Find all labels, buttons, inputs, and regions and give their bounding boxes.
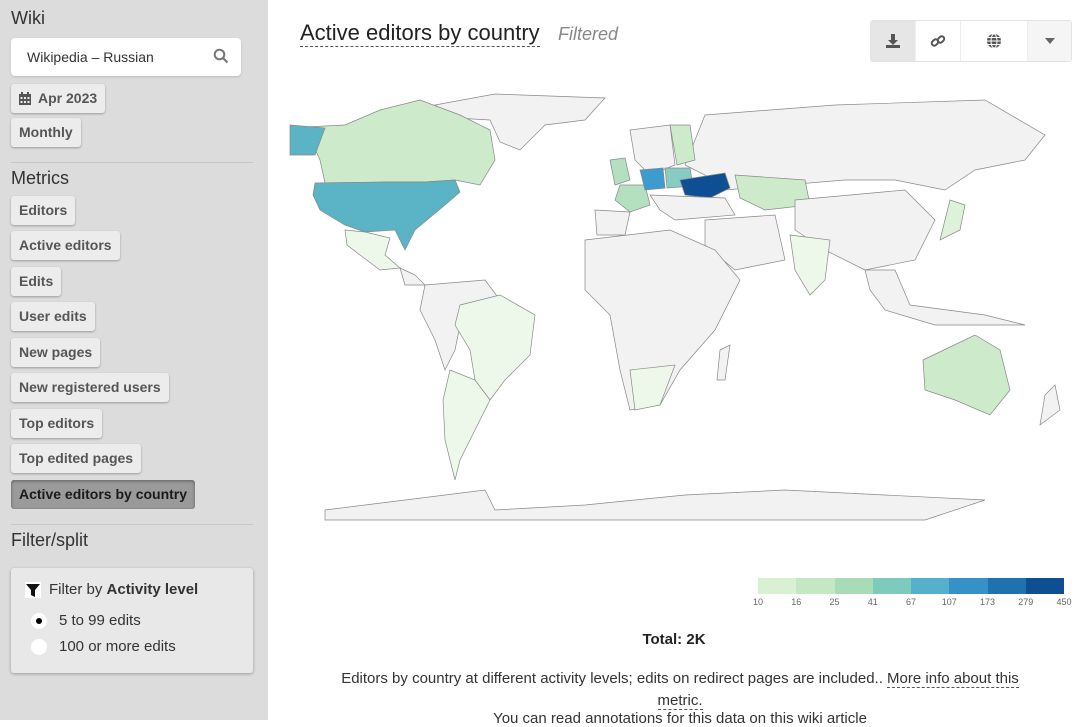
world-map[interactable] — [285, 80, 1080, 530]
calendar-icon — [19, 92, 31, 105]
country-antarctica[interactable] — [324, 489, 986, 521]
legend-swatch — [911, 578, 950, 594]
chart-type-dropdown[interactable] — [1028, 21, 1071, 61]
legend-swatch — [758, 578, 797, 594]
country-balkans-turkey[interactable] — [649, 194, 736, 221]
filter-heading: Filter/split — [11, 530, 89, 550]
country-australia[interactable] — [922, 334, 1011, 416]
legend-tick-label: 10 — [752, 597, 764, 607]
metric-description: Editors by country at different activity… — [320, 668, 1040, 712]
legend-swatch — [834, 578, 873, 594]
date-label: Apr 2023 — [38, 90, 98, 106]
download-icon — [886, 34, 900, 48]
link-button[interactable] — [916, 21, 961, 61]
total-label: Total: 2K — [642, 631, 706, 648]
annotations-note: You can read annotations for this data o… — [493, 710, 867, 727]
granularity-button[interactable]: Monthly — [11, 118, 81, 147]
country-southeast-asia[interactable] — [864, 269, 1026, 326]
filter-icon — [25, 581, 41, 598]
metric-editors[interactable]: Editors — [11, 196, 76, 225]
legend-tick-label: 16 — [791, 597, 802, 607]
date-button[interactable]: Apr 2023 — [11, 84, 106, 113]
country-scandinavia[interactable] — [629, 124, 676, 176]
country-iberia[interactable] — [594, 209, 631, 236]
legend-swatch — [872, 578, 911, 594]
legend-tick-label: 107 — [941, 597, 957, 607]
metrics-heading: Metrics — [11, 168, 69, 188]
metric-new-registered-users[interactable]: New registered users — [11, 373, 169, 402]
country-japan[interactable] — [939, 199, 966, 241]
legend-tick-label: 67 — [905, 597, 917, 607]
map-legend: 10 16 25 41 67 107 173 279 450 — [753, 578, 1072, 608]
map-view-button[interactable] — [961, 21, 1028, 61]
divider — [11, 162, 253, 163]
metric-active-editors[interactable]: Active editors — [11, 231, 120, 260]
filter-title-bold: Activity level — [106, 581, 199, 598]
metric-active-editors-by-country[interactable]: Active editors by country — [11, 480, 196, 509]
legend-tick-label: 450 — [1056, 597, 1072, 607]
wiki-heading: Wiki — [11, 8, 45, 28]
legend-tick-label: 41 — [867, 597, 878, 607]
description-text: Editors by country at different activity… — [341, 670, 883, 687]
download-button[interactable] — [871, 21, 916, 61]
search-icon[interactable] — [213, 48, 229, 64]
country-new-zealand[interactable] — [1039, 384, 1061, 426]
globe-icon — [987, 33, 1001, 49]
metric-new-pages[interactable]: New pages — [11, 338, 101, 367]
wiki-search-field[interactable] — [11, 38, 241, 76]
radio-button[interactable] — [31, 612, 47, 629]
country-united-kingdom[interactable] — [609, 157, 631, 186]
legend-tick-label: 173 — [979, 597, 996, 607]
chart-title[interactable]: Active editors by country — [300, 20, 540, 47]
legend-color-scale — [758, 578, 1064, 594]
legend-swatch — [1025, 578, 1064, 594]
filtered-badge: Filtered — [558, 24, 619, 44]
filter-option-5-99[interactable]: 5 to 99 edits — [31, 612, 141, 629]
country-mexico[interactable] — [344, 229, 401, 271]
metric-top-edited-pages[interactable]: Top edited pages — [11, 444, 142, 473]
divider — [11, 524, 253, 525]
caret-down-icon — [1044, 38, 1055, 44]
legend-ticks: 10 16 25 41 67 107 173 279 450 — [753, 594, 1072, 608]
legend-tick-label: 25 — [829, 597, 840, 607]
metric-edits[interactable]: Edits — [11, 267, 62, 296]
sidebar: Wiki Apr 2023 Monthly Metrics Editors Ac… — [0, 0, 268, 720]
country-india[interactable] — [789, 234, 831, 296]
metric-user-edits[interactable]: User edits — [11, 302, 95, 331]
wiki-search-input[interactable] — [25, 48, 209, 66]
country-madagascar[interactable] — [716, 344, 731, 381]
legend-swatch — [796, 578, 835, 594]
legend-tick-label: 279 — [1018, 597, 1034, 607]
filter-card: Filter by Activity level 5 to 99 edits 1… — [11, 568, 253, 673]
chart-toolbar — [870, 20, 1072, 62]
legend-swatch — [987, 578, 1026, 594]
link-icon — [930, 35, 946, 47]
filter-title: Filter by Activity level — [25, 581, 198, 598]
metric-top-editors[interactable]: Top editors — [11, 409, 103, 438]
country-central-america[interactable] — [399, 267, 426, 286]
filter-title-prefix: Filter by — [49, 581, 103, 598]
legend-swatch — [949, 578, 988, 594]
option-label: 5 to 99 edits — [59, 612, 141, 629]
